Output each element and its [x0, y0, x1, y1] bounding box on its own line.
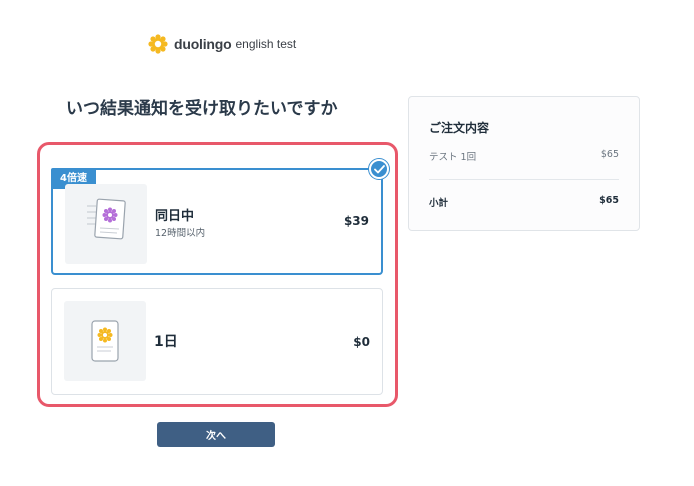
page-title: いつ結果通知を受け取りたいですか	[66, 99, 338, 119]
option-label: 1日	[154, 334, 178, 350]
option-sublabel: 12時間以内	[155, 228, 206, 239]
summary-divider	[429, 179, 619, 180]
order-summary-panel: ご注文内容 テスト 1回 $65 小計 $65	[408, 96, 640, 231]
duolingo-logo-icon	[148, 34, 168, 54]
subtotal-row: 小計 $65	[429, 195, 619, 209]
subtotal-price: $65	[599, 195, 619, 206]
option-one-day[interactable]: 1日 $0	[51, 288, 383, 395]
selected-check-icon	[369, 159, 389, 179]
option-same-day[interactable]: 4倍速 同日中 12時間以内 $39	[51, 168, 383, 275]
option-price: $39	[343, 214, 369, 228]
document-seal-icon	[65, 184, 147, 264]
option-price: $0	[353, 335, 370, 349]
order-summary-title: ご注文内容	[429, 121, 490, 135]
brand-product: english test	[235, 37, 297, 51]
option-label: 同日中	[155, 209, 195, 224]
brand-name: duolingo	[174, 36, 232, 52]
order-item-row: テスト 1回 $65	[429, 149, 619, 163]
subtotal-label: 小計	[429, 198, 449, 209]
tablet-seal-icon	[64, 301, 146, 381]
order-item-price: $65	[600, 149, 619, 160]
brand-logo: duolingo english test	[148, 33, 296, 55]
next-button[interactable]: 次へ	[157, 422, 275, 447]
order-item-label: テスト 1回	[429, 152, 477, 163]
